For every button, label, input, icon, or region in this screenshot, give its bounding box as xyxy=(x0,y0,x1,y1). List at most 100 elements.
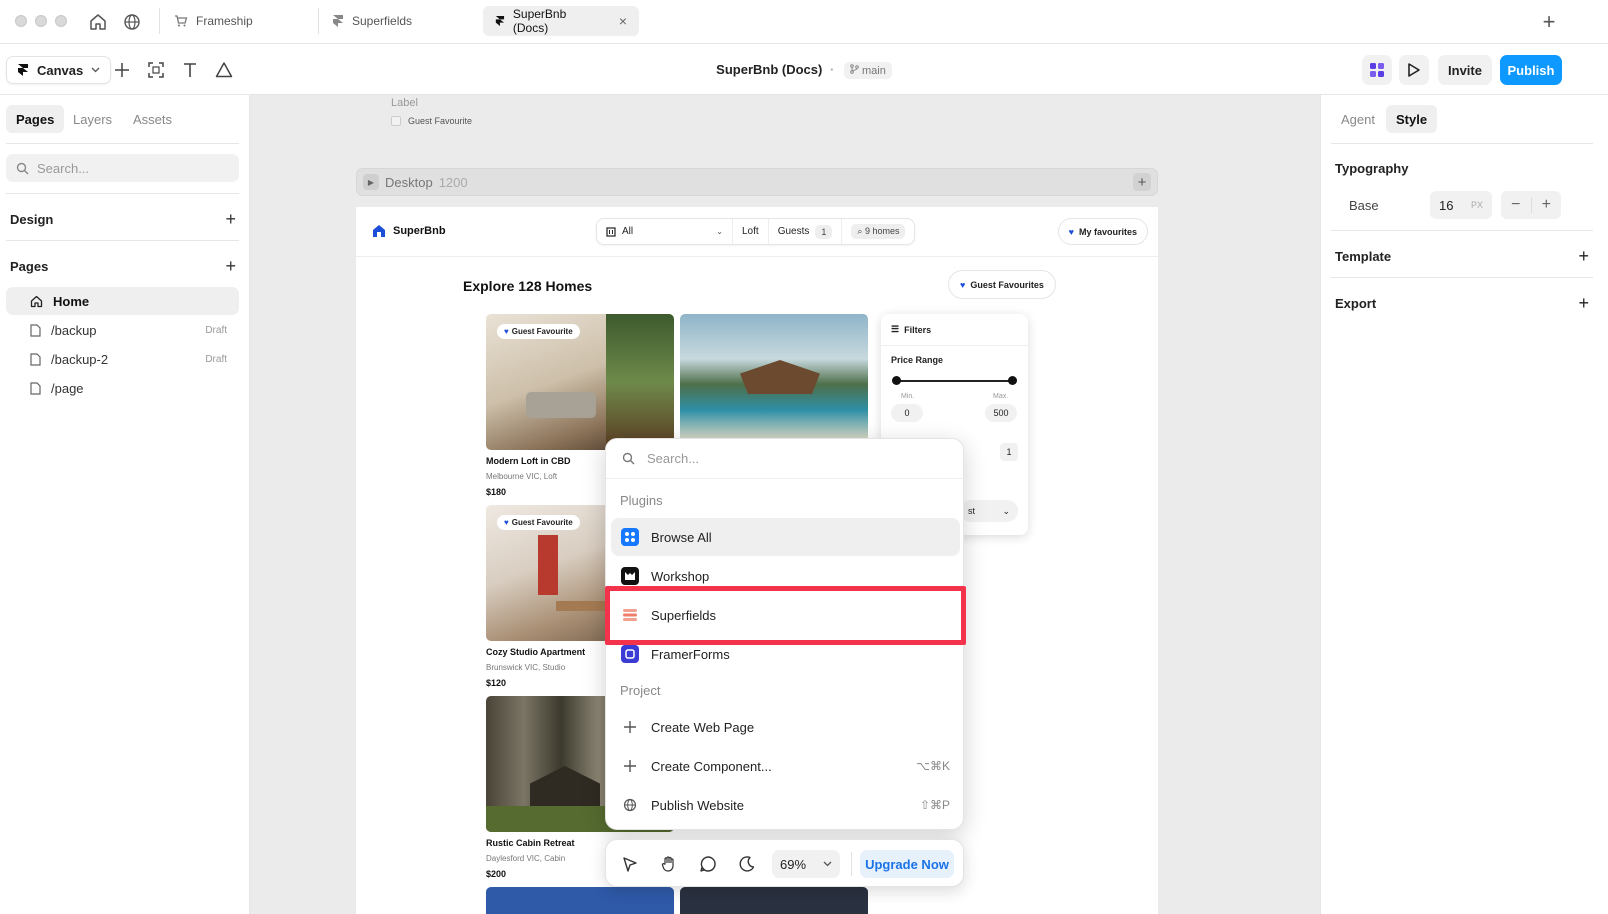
comment-tool[interactable] xyxy=(696,852,720,876)
plugin-superfields[interactable]: Superfields xyxy=(611,596,960,634)
add-page-icon[interactable]: + xyxy=(225,256,236,277)
canvas-menu-button[interactable]: Canvas xyxy=(6,56,112,84)
create-component-item[interactable]: Create Component... ⌥⌘K xyxy=(611,747,960,785)
create-web-page-item[interactable]: Create Web Page xyxy=(611,708,960,746)
filter-loft[interactable]: Loft xyxy=(733,219,769,244)
dark-mode-toggle[interactable] xyxy=(735,852,759,876)
play-icon[interactable]: ▶ xyxy=(363,174,379,190)
insert-tool[interactable] xyxy=(110,58,134,82)
max-price-input[interactable]: 500 xyxy=(985,404,1017,422)
add-export-icon[interactable]: + xyxy=(1578,293,1589,314)
tab-label: Frameship xyxy=(196,14,253,28)
listing-image-next[interactable] xyxy=(680,887,868,914)
page-item-backup[interactable]: /backup Draft xyxy=(6,316,239,344)
plugin-framerforms[interactable]: FramerForms xyxy=(611,635,960,673)
design-section-header[interactable]: Design + xyxy=(10,209,240,230)
homes-search[interactable]: ⌕ 9 homes xyxy=(842,219,914,244)
text-tool[interactable] xyxy=(178,58,202,82)
count-stepper-value[interactable]: 1 xyxy=(1000,443,1018,461)
tab-style[interactable]: Style xyxy=(1386,105,1438,133)
heart-icon: ♥ xyxy=(504,518,509,527)
tab-superfields[interactable]: Superfields xyxy=(320,6,424,36)
guests-count: 1 xyxy=(815,224,833,239)
base-label: Base xyxy=(1349,198,1379,213)
page-item-home[interactable]: Home xyxy=(6,287,239,315)
price-slider-min-handle[interactable] xyxy=(892,376,901,385)
comment-icon xyxy=(700,856,716,872)
command-search-input[interactable]: Search... xyxy=(606,439,965,479)
publish-website-item[interactable]: Publish Website ⇧⌘P xyxy=(611,786,960,824)
checkbox-box xyxy=(391,116,401,126)
tab-frameship[interactable]: Frameship xyxy=(162,6,265,36)
sort-select[interactable]: st ⌄ xyxy=(960,500,1018,522)
close-icon[interactable]: × xyxy=(619,13,627,29)
divider xyxy=(881,345,1028,346)
tab-assets[interactable]: Assets xyxy=(123,105,182,133)
zoom-select[interactable]: 69% xyxy=(772,850,840,878)
heart-icon: ♥ xyxy=(960,279,966,290)
decrement-icon[interactable]: − xyxy=(1501,196,1531,214)
guest-favourite-tag-label: Guest Favourite xyxy=(511,518,573,527)
listing-image-loft[interactable]: ♥ Guest Favourite xyxy=(486,314,674,450)
home-icon[interactable] xyxy=(87,11,109,33)
window-minimize-dot[interactable] xyxy=(35,15,47,27)
min-price-input[interactable]: 0 xyxy=(891,404,923,422)
search-placeholder: Search... xyxy=(37,160,90,176)
pages-section-header[interactable]: Pages + xyxy=(10,256,240,277)
add-template-icon[interactable]: + xyxy=(1578,246,1589,267)
add-design-icon[interactable]: + xyxy=(225,209,236,230)
upgrade-now-button[interactable]: Upgrade Now xyxy=(860,850,954,878)
invite-button[interactable]: Invite xyxy=(1438,55,1492,85)
project-item-label: Create Web Page xyxy=(651,719,755,735)
listing-image-beach[interactable] xyxy=(680,314,868,442)
listing-image-next[interactable] xyxy=(486,887,674,914)
guest-favourites-button[interactable]: ♥ Guest Favourites xyxy=(948,270,1056,299)
divider xyxy=(851,852,852,876)
select-tool[interactable] xyxy=(618,852,642,876)
template-section-header[interactable]: Template + xyxy=(1335,246,1589,267)
guest-favourite-checkbox[interactable]: Guest Favourite xyxy=(391,116,472,126)
frame-tool[interactable] xyxy=(144,58,168,82)
app-logo-button[interactable] xyxy=(1362,55,1392,85)
frame-header[interactable]: ▶ Desktop 1200 + xyxy=(356,168,1158,196)
add-breakpoint-icon[interactable]: + xyxy=(1133,173,1151,191)
property-type-select[interactable]: All ⌄ xyxy=(597,219,733,244)
search-input[interactable]: Search... xyxy=(6,154,239,182)
tab-pages[interactable]: Pages xyxy=(6,105,65,133)
export-section-header[interactable]: Export + xyxy=(1335,293,1589,314)
command-menu: Search... Plugins Browse All Workshop Su… xyxy=(605,438,965,830)
globe-icon xyxy=(621,796,639,814)
globe-icon[interactable] xyxy=(121,11,143,33)
vector-tool[interactable] xyxy=(212,58,236,82)
plugin-browse-all[interactable]: Browse All xyxy=(611,518,960,556)
filter-guests[interactable]: Guests 1 xyxy=(769,219,843,244)
preview-button[interactable] xyxy=(1399,55,1429,85)
base-size-stepper[interactable]: − + xyxy=(1501,191,1561,219)
page-item-page[interactable]: /page xyxy=(6,374,239,402)
listing-price: $180 xyxy=(486,487,507,497)
site-filter-bar[interactable]: All ⌄ Loft Guests 1 ⌕ 9 homes xyxy=(596,218,916,245)
base-size-input[interactable]: 16 PX xyxy=(1430,191,1492,219)
increment-icon[interactable]: + xyxy=(1532,196,1562,214)
frame-name: Desktop xyxy=(385,174,433,190)
site-logo[interactable]: SuperBnb xyxy=(372,224,446,238)
new-tab-button[interactable]: + xyxy=(1538,9,1560,34)
branch-badge[interactable]: main xyxy=(843,62,892,79)
publish-button[interactable]: Publish xyxy=(1500,55,1562,85)
draft-badge: Draft xyxy=(205,353,227,365)
page-item-backup-2[interactable]: /backup-2 Draft xyxy=(6,345,239,373)
my-favourites-button[interactable]: ♥ My favourites xyxy=(1057,218,1148,245)
window-close-dot[interactable] xyxy=(15,15,27,27)
price-slider-max-handle[interactable] xyxy=(1008,376,1017,385)
listing-title[interactable]: Rustic Cabin Retreat xyxy=(486,838,575,848)
tab-superbnb-docs[interactable]: SuperBnb (Docs) × xyxy=(483,6,639,36)
plugin-workshop[interactable]: Workshop xyxy=(611,557,960,595)
tab-layers[interactable]: Layers xyxy=(63,105,122,133)
listing-title[interactable]: Modern Loft in CBD xyxy=(486,456,571,466)
window-zoom-dot[interactable] xyxy=(55,15,67,27)
hand-tool[interactable] xyxy=(657,852,681,876)
listing-title[interactable]: Cozy Studio Apartment xyxy=(486,647,585,657)
tab-agent[interactable]: Agent xyxy=(1331,105,1385,133)
guest-favourite-tag: ♥ Guest Favourite xyxy=(497,324,580,339)
price-slider-track[interactable] xyxy=(896,380,1013,382)
